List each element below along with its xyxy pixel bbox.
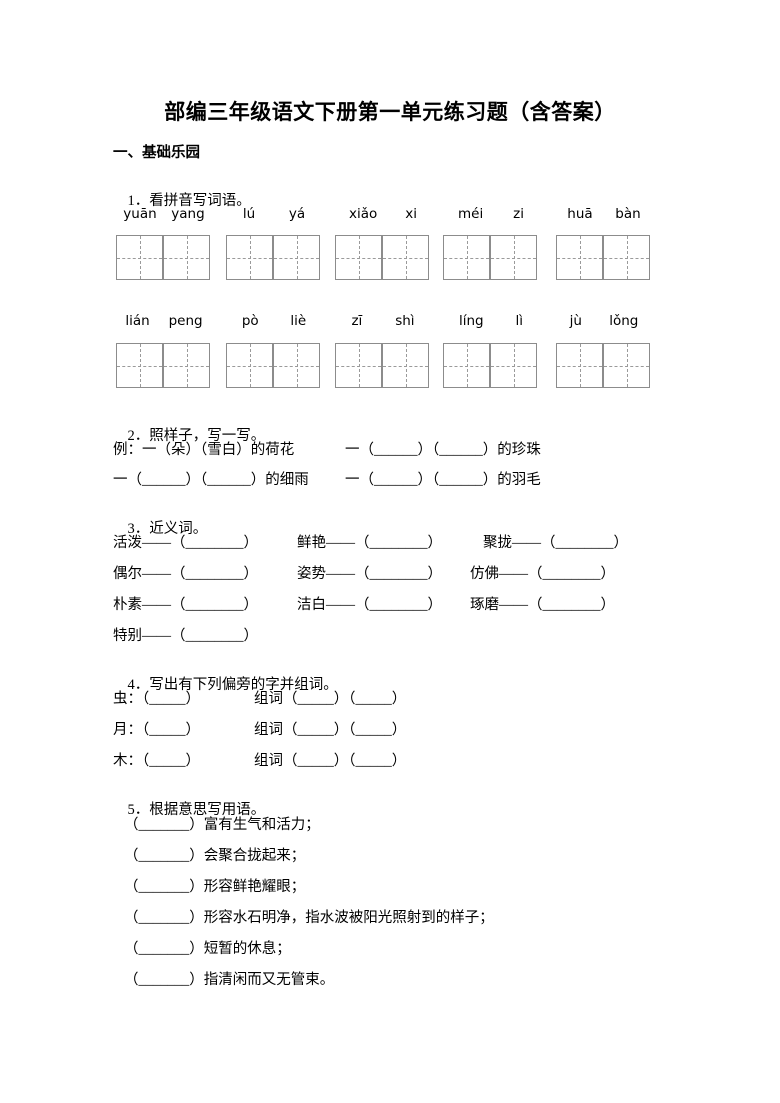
synonym-item[interactable]: 活泼——（________） — [113, 531, 258, 552]
writing-grid-cell[interactable] — [556, 343, 603, 388]
pinyin-syllable: pò — [241, 313, 259, 329]
definition-item[interactable]: （_______）短暂的休息； — [124, 937, 291, 958]
definition-item[interactable]: （_______）富有生气和活力； — [124, 813, 320, 834]
writing-grid-group[interactable] — [556, 235, 650, 280]
synonym-item[interactable]: 偶尔——（________） — [113, 562, 258, 583]
pinyin-syllable: xiǎo — [348, 206, 378, 222]
writing-grid-cell[interactable] — [226, 343, 273, 388]
pinyin-group: méi zi — [443, 204, 539, 224]
pinyin-syllable: méi — [457, 206, 484, 222]
pinyin-syllable: lú — [242, 206, 256, 222]
writing-grid-cell[interactable] — [335, 343, 382, 388]
writing-grid-cell[interactable] — [382, 343, 429, 388]
pinyin-syllable: zī — [351, 313, 363, 329]
writing-grid-cell[interactable] — [556, 235, 603, 280]
question-2-line-1-right[interactable]: 一（______）（______）的珍珠 — [345, 438, 541, 459]
pinyin-syllable: shì — [395, 313, 415, 329]
writing-grid-group[interactable] — [116, 235, 210, 280]
writing-grid-row-2 — [113, 343, 667, 389]
pinyin-group: pò liè — [226, 311, 322, 331]
definition-item[interactable]: （_______）形容鲜艳耀眼； — [124, 875, 305, 896]
question-2-line-1-left: 例：一（朵）（雪白）的荷花 — [113, 442, 295, 458]
pinyin-group: huā bàn — [556, 204, 652, 224]
worksheet-page: 部编三年级语文下册第一单元练习题（含答案） 一、基础乐园 1．看拼音写词语。 y… — [0, 0, 780, 1103]
writing-grid-cell[interactable] — [382, 235, 429, 280]
writing-grid-group[interactable] — [443, 343, 537, 388]
writing-grid-cell[interactable] — [273, 235, 320, 280]
pinyin-syllable: peng — [168, 313, 203, 329]
writing-grid-cell[interactable] — [116, 343, 163, 388]
pinyin-syllable: yá — [288, 206, 306, 222]
radical-row-compose[interactable]: 组词（_____）（_____） — [254, 718, 406, 739]
pinyin-syllable: yuān — [123, 206, 157, 222]
question-2-line-2-left[interactable]: 一（______）（______）的细雨 — [113, 468, 309, 489]
definition-item[interactable]: （_______）形容水石明净，指水波被阳光照射到的样子； — [124, 906, 494, 927]
writing-grid-cell[interactable] — [273, 343, 320, 388]
definition-item[interactable]: （_______）会聚合拢起来； — [124, 844, 305, 865]
writing-grid-group[interactable] — [226, 343, 320, 388]
pinyin-group: lián peng — [116, 311, 212, 331]
radical-row-label[interactable]: 虫：（_____） — [113, 687, 200, 708]
pinyin-syllable: yang — [171, 206, 205, 222]
pinyin-group: jù lǒng — [556, 311, 652, 331]
pinyin-group: lú yá — [226, 204, 322, 224]
pinyin-syllable: bàn — [615, 206, 641, 222]
definition-item[interactable]: （_______）指清闲而又无管束。 — [124, 968, 334, 989]
writing-grid-cell[interactable] — [603, 343, 650, 388]
writing-grid-group[interactable] — [556, 343, 650, 388]
radical-row-compose[interactable]: 组词（_____）（_____） — [254, 687, 406, 708]
pinyin-syllable: jù — [569, 313, 582, 329]
radical-row-label[interactable]: 月：（_____） — [113, 718, 200, 739]
synonym-item[interactable]: 聚拢——（________） — [483, 531, 628, 552]
pinyin-group: yuān yang — [116, 204, 212, 224]
pinyin-syllable: lián — [125, 313, 150, 329]
writing-grid-cell[interactable] — [603, 235, 650, 280]
section-heading: 一、基础乐园 — [113, 145, 200, 161]
writing-grid-cell[interactable] — [226, 235, 273, 280]
synonym-item[interactable]: 仿佛——（________） — [470, 562, 615, 583]
writing-grid-cell[interactable] — [116, 235, 163, 280]
synonym-item[interactable]: 洁白——（________） — [297, 593, 442, 614]
radical-row-label[interactable]: 木：（_____） — [113, 749, 200, 770]
pinyin-group: líng lì — [443, 311, 539, 331]
writing-grid-group[interactable] — [226, 235, 320, 280]
writing-grid-row-1 — [113, 235, 667, 281]
synonym-item[interactable]: 朴素——（________） — [113, 593, 258, 614]
pinyin-group: xiǎo xi — [335, 204, 431, 224]
synonym-item[interactable]: 特别——（________） — [113, 624, 258, 645]
writing-grid-cell[interactable] — [163, 235, 210, 280]
synonym-item[interactable]: 琢磨——（________） — [470, 593, 615, 614]
synonym-item[interactable]: 姿势——（________） — [297, 562, 442, 583]
pinyin-syllable: zi — [513, 206, 525, 222]
writing-grid-cell[interactable] — [443, 343, 490, 388]
writing-grid-cell[interactable] — [443, 235, 490, 280]
pinyin-syllable: lì — [515, 313, 524, 329]
page-title: 部编三年级语文下册第一单元练习题（含答案） — [164, 100, 616, 124]
writing-grid-cell[interactable] — [335, 235, 382, 280]
writing-grid-cell[interactable] — [163, 343, 210, 388]
writing-grid-cell[interactable] — [490, 235, 537, 280]
pinyin-group: zī shì — [335, 311, 431, 331]
synonym-item[interactable]: 鲜艳——（________） — [297, 531, 442, 552]
writing-grid-cell[interactable] — [490, 343, 537, 388]
radical-row-compose[interactable]: 组词（_____）（_____） — [254, 749, 406, 770]
pinyin-row-1: yuān yang lú yá xiǎo xi méi zi huā bàn — [113, 204, 667, 224]
question-2-line-2-right[interactable]: 一（______）（______）的羽毛 — [345, 468, 541, 489]
pinyin-syllable: liè — [290, 313, 307, 329]
writing-grid-group[interactable] — [443, 235, 537, 280]
pinyin-syllable: lǒng — [609, 313, 639, 329]
writing-grid-group[interactable] — [335, 343, 429, 388]
pinyin-syllable: xi — [405, 206, 417, 222]
writing-grid-group[interactable] — [116, 343, 210, 388]
writing-grid-group[interactable] — [335, 235, 429, 280]
pinyin-syllable: huā — [567, 206, 593, 222]
pinyin-syllable: líng — [458, 313, 484, 329]
pinyin-row-2: lián peng pò liè zī shì líng lì jù lǒng — [113, 311, 667, 331]
